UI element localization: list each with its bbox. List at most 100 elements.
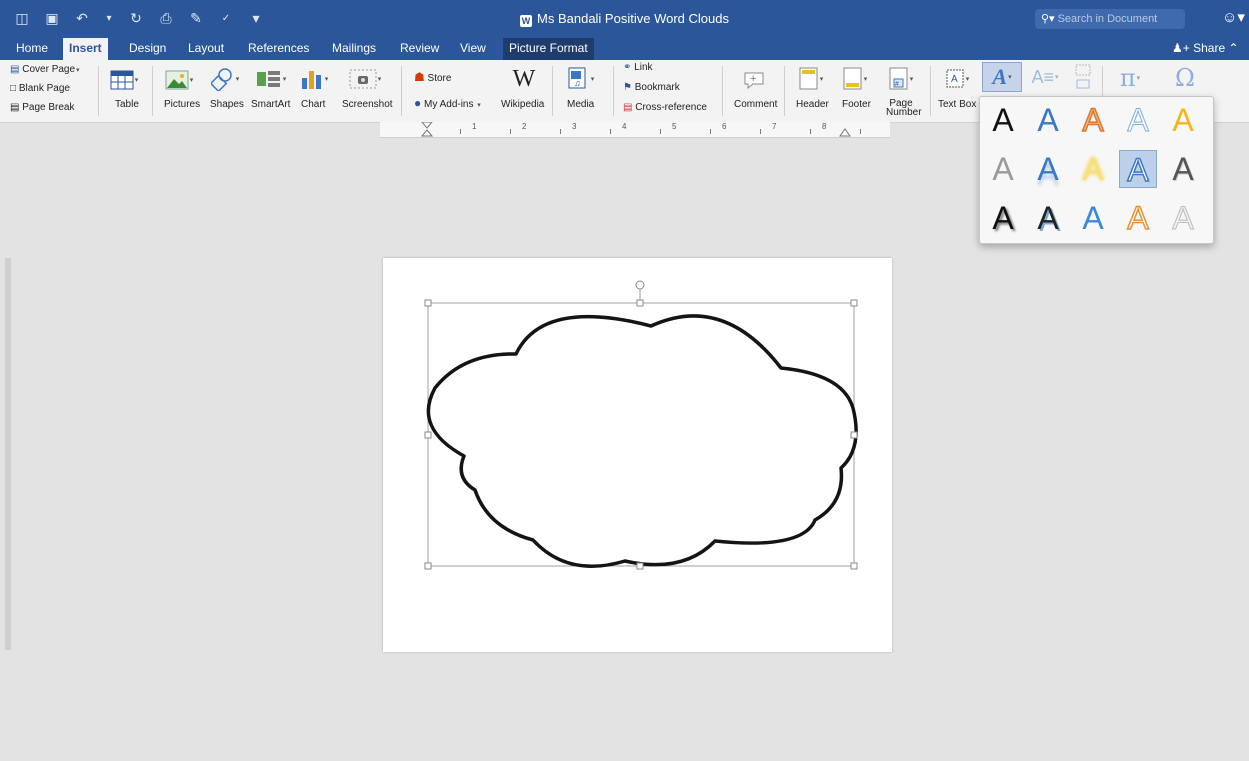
shapes-icon bbox=[210, 68, 232, 91]
tab-references[interactable]: References bbox=[242, 38, 315, 60]
wordart-style-fill-gray[interactable]: A bbox=[984, 150, 1022, 188]
my-addins-label: My Add-ins bbox=[424, 99, 474, 110]
cloud-shape[interactable] bbox=[426, 314, 858, 568]
svg-text:♫: ♫ bbox=[574, 78, 581, 88]
shapes-label: Shapes bbox=[210, 99, 244, 110]
pictures-button[interactable]: ▾ bbox=[162, 67, 196, 93]
tab-layout[interactable]: Layout bbox=[182, 38, 230, 60]
chevron-down-icon[interactable]: ▾ bbox=[102, 9, 116, 27]
tab-picture-format[interactable]: Picture Format bbox=[503, 38, 594, 60]
wordart-style-fill-blue[interactable]: A bbox=[1029, 101, 1067, 139]
horizontal-ruler[interactable]: 1 2 3 4 5 6 7 8 bbox=[380, 122, 890, 138]
shapes-button[interactable]: ▾ bbox=[208, 65, 242, 93]
spelling-icon[interactable]: ✓ bbox=[216, 9, 236, 27]
vertical-ruler[interactable] bbox=[5, 258, 11, 650]
search-input[interactable]: ⚲▾ Search in Document bbox=[1035, 9, 1185, 29]
comment-button[interactable]: + bbox=[740, 66, 768, 92]
page-break-button[interactable]: ▤ Page Break bbox=[10, 102, 75, 113]
wordart-style-orange-outline[interactable]: A bbox=[1119, 199, 1157, 237]
wordart-style-gold-glow[interactable]: A bbox=[1074, 150, 1112, 188]
cross-reference-button[interactable]: ▤ Cross-reference bbox=[623, 102, 707, 113]
drop-cap-button[interactable]: A≡ ▾ bbox=[1028, 64, 1062, 90]
share-label: Share bbox=[1193, 41, 1226, 55]
ruler-number: 3 bbox=[572, 122, 577, 131]
footer-label: Footer bbox=[842, 99, 871, 110]
resize-handle-top-right[interactable] bbox=[850, 299, 858, 307]
table-button[interactable]: ▾ bbox=[109, 66, 139, 94]
resize-handle-left[interactable] bbox=[424, 431, 432, 439]
wordart-style-blue-reflection[interactable]: A bbox=[1029, 150, 1067, 188]
wordart-button[interactable]: A ▾ bbox=[982, 62, 1022, 92]
tab-mailings[interactable]: Mailings bbox=[326, 38, 382, 60]
table-label: Table bbox=[115, 99, 139, 110]
wordart-style-blue-gradient[interactable]: A bbox=[1074, 199, 1112, 237]
media-icon: ♫ bbox=[568, 67, 586, 89]
right-indent-marker-icon[interactable] bbox=[838, 127, 852, 137]
tab-view[interactable]: View bbox=[454, 38, 492, 60]
customize-toolbar-icon[interactable]: ▾ bbox=[246, 9, 266, 27]
resize-handle-right[interactable] bbox=[850, 431, 858, 439]
bookmark-button[interactable]: ⚑ Bookmark bbox=[623, 82, 680, 93]
wordart-style-white-gray[interactable]: A bbox=[1164, 199, 1202, 237]
header-button[interactable]: ▾ bbox=[796, 65, 826, 93]
tab-review[interactable]: Review bbox=[394, 38, 445, 60]
page-number-button[interactable]: # ▾ bbox=[886, 65, 916, 93]
collapse-ribbon-icon[interactable]: ⌃ bbox=[1228, 41, 1238, 55]
footer-button[interactable]: ▾ bbox=[840, 65, 870, 93]
media-button[interactable]: ♫ ▾ bbox=[563, 65, 599, 93]
symbol-button[interactable]: Ω bbox=[1168, 64, 1202, 92]
resize-handle-bottom-left[interactable] bbox=[424, 562, 432, 570]
wordart-style-blue-outline-selected[interactable]: A bbox=[1119, 150, 1157, 189]
document-page[interactable] bbox=[383, 258, 892, 652]
wordart-style-black-blue-shadow[interactable]: A bbox=[1029, 199, 1067, 237]
feedback-smiley-icon[interactable]: ☺▾ bbox=[1222, 8, 1245, 26]
blank-page-button[interactable]: □ Blank Page bbox=[10, 83, 70, 94]
ruler-number: 1 bbox=[472, 122, 477, 131]
print-icon[interactable]: ⎙ bbox=[156, 9, 176, 27]
chart-button[interactable]: ▾ bbox=[297, 66, 331, 92]
edit-icon[interactable]: ✎ bbox=[186, 9, 206, 27]
wordart-style-gray-bevel[interactable]: A bbox=[1164, 150, 1202, 188]
cloud-shape-svg[interactable] bbox=[383, 258, 892, 652]
wordart-style-gradient-orange[interactable]: A bbox=[1074, 101, 1112, 139]
undo-icon[interactable]: ↶ bbox=[72, 9, 92, 27]
ribbon-separator bbox=[613, 66, 614, 116]
resize-handle-bottom[interactable] bbox=[636, 562, 644, 570]
window-title-text: Ms Bandali Positive Word Clouds bbox=[537, 11, 729, 26]
screenshot-button[interactable]: ▾ bbox=[345, 66, 385, 92]
my-addins-button[interactable]: ● My Add-ins ▾ bbox=[414, 96, 481, 110]
resize-handle-bottom-right[interactable] bbox=[850, 562, 858, 570]
wordart-style-black-shadow[interactable]: A bbox=[984, 199, 1022, 237]
share-button[interactable]: ♟+ Share ⌃ bbox=[1172, 41, 1239, 55]
ruler-number: 5 bbox=[672, 122, 677, 131]
wordart-style-fill-gold[interactable]: A bbox=[1164, 101, 1202, 139]
word-doc-icon: W bbox=[520, 15, 533, 27]
object-icon bbox=[1075, 64, 1091, 89]
resize-handle-top[interactable] bbox=[636, 299, 644, 307]
store-button[interactable]: ☗ Store bbox=[414, 70, 451, 84]
cover-page-button[interactable]: ▤ Cover Page▾ bbox=[10, 64, 80, 75]
quick-access-toolbar: ◫ ▣ ↶ ▾ ↻ ⎙ ✎ ✓ ▾ bbox=[12, 9, 266, 27]
wikipedia-button[interactable]: W bbox=[510, 66, 538, 92]
tab-insert[interactable]: Insert bbox=[63, 38, 108, 60]
wordart-style-fill-black[interactable]: A bbox=[984, 101, 1022, 139]
sidebar-toggle-icon[interactable]: ◫ bbox=[12, 9, 32, 27]
link-label: Link bbox=[634, 62, 653, 73]
chart-label: Chart bbox=[301, 99, 326, 110]
resize-handle-top-left[interactable] bbox=[424, 299, 432, 307]
save-icon[interactable]: ▣ bbox=[42, 9, 62, 27]
indent-marker-icon[interactable] bbox=[420, 122, 434, 137]
smartart-button[interactable]: ▾ bbox=[252, 66, 290, 92]
wordart-style-outline-blue[interactable]: A bbox=[1119, 101, 1157, 139]
text-box-button[interactable]: A ▾ bbox=[942, 65, 972, 93]
equation-button[interactable]: π ▾ bbox=[1110, 64, 1150, 92]
tab-home[interactable]: Home bbox=[10, 38, 54, 60]
equation-object-button[interactable] bbox=[1070, 62, 1096, 92]
cross-reference-icon: ▤ bbox=[623, 102, 633, 113]
tab-design[interactable]: Design bbox=[123, 38, 172, 60]
wordart-icon: A bbox=[992, 64, 1008, 89]
redo-icon[interactable]: ↻ bbox=[126, 9, 146, 27]
ribbon-tabs: Home Insert Design Layout References Mai… bbox=[0, 38, 1249, 60]
rotate-handle-icon[interactable] bbox=[635, 280, 645, 290]
link-button[interactable]: ⚭ Link bbox=[623, 62, 653, 73]
